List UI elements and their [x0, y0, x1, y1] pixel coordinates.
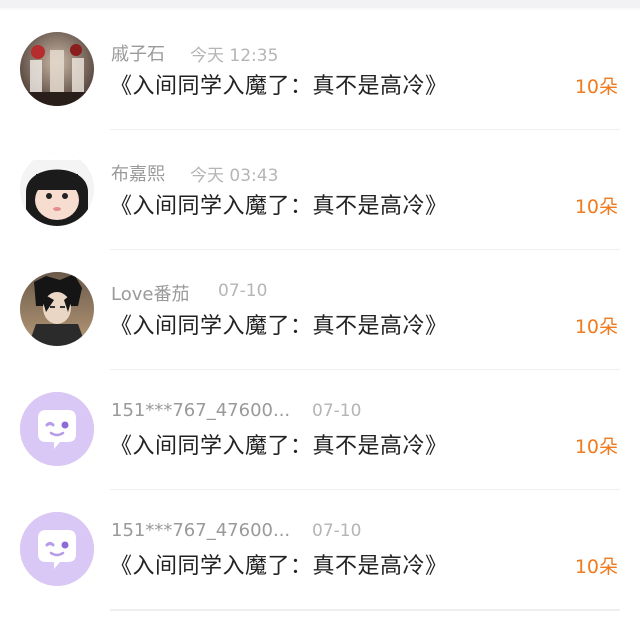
list-item[interactable]: Love番茄 07-10 《入间同学入魔了：真不是高冷》 10朵: [0, 250, 640, 370]
book-title[interactable]: 《入间同学入魔了：真不是高冷》: [110, 188, 448, 220]
book-title[interactable]: 《入间同学入魔了：真不是高冷》: [110, 68, 448, 100]
gift-count: 10朵: [574, 76, 618, 98]
child-photo-icon[interactable]: [20, 152, 94, 226]
gift-count: 10朵: [574, 316, 618, 338]
list-item[interactable]: 151***767_47600... 07-10 《入间同学入魔了：真不是高冷》…: [0, 490, 640, 610]
chat-bubble-face-icon[interactable]: [20, 392, 94, 466]
anime-character-icon[interactable]: [20, 272, 94, 346]
user-name: Love番茄: [111, 284, 190, 305]
gift-count: 10朵: [574, 436, 618, 458]
timestamp: 今天 03:43: [190, 166, 279, 186]
timestamp: 07-10: [218, 281, 268, 301]
list-item[interactable]: 151***767_47600... 07-10 《入间同学入魔了：真不是高冷》…: [0, 370, 640, 490]
user-name: 戚子石: [111, 44, 165, 65]
gift-count: 10朵: [574, 556, 618, 578]
book-title[interactable]: 《入间同学入魔了：真不是高冷》: [110, 548, 448, 580]
top-strip: [0, 0, 640, 10]
book-title[interactable]: 《入间同学入魔了：真不是高冷》: [110, 308, 448, 340]
photo-lab-icon[interactable]: [20, 32, 94, 106]
user-name: 布嘉熙: [111, 164, 165, 185]
list-item[interactable]: 戚子石 今天 12:35 《入间同学入魔了：真不是高冷》 10朵: [0, 10, 640, 130]
book-title[interactable]: 《入间同学入魔了：真不是高冷》: [110, 428, 448, 460]
gift-count: 10朵: [574, 196, 618, 218]
chat-bubble-face-icon[interactable]: [20, 512, 94, 586]
user-name: 151***767_47600...: [111, 400, 291, 421]
user-name: 151***767_47600...: [111, 520, 291, 541]
timestamp: 07-10: [312, 521, 362, 541]
timestamp: 07-10: [312, 401, 362, 421]
gift-list: 戚子石 今天 12:35 《入间同学入魔了：真不是高冷》 10朵 布嘉熙 今天 …: [0, 10, 640, 610]
list-item[interactable]: 布嘉熙 今天 03:43 《入间同学入魔了：真不是高冷》 10朵: [0, 130, 640, 250]
timestamp: 今天 12:35: [190, 46, 279, 66]
list-end-divider: [0, 610, 640, 622]
